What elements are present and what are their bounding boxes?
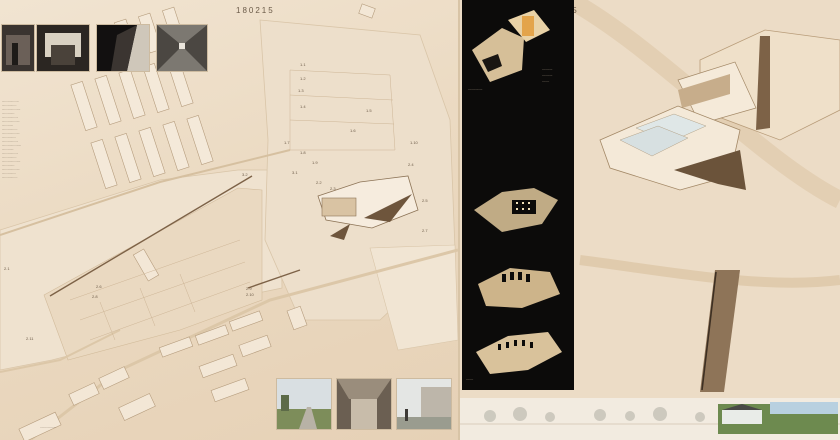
zone-label: 2.9 bbox=[246, 286, 252, 291]
elevation-strip bbox=[460, 398, 840, 440]
zone-label: 1.7 bbox=[284, 140, 290, 145]
legend-item: --------- bbox=[542, 80, 550, 83]
zone-label: 1.8 bbox=[300, 150, 306, 155]
photo-interior-space bbox=[336, 378, 392, 430]
phase-diagram-1 bbox=[474, 188, 558, 232]
zone-label: 2.1 bbox=[4, 266, 10, 271]
map-caption: ------------------- bbox=[40, 426, 57, 429]
zone-label: 2.2 bbox=[316, 180, 322, 185]
figure-label: ------------------ bbox=[468, 88, 483, 91]
zone-label: 2.8 bbox=[92, 294, 98, 299]
phase-diagram-3 bbox=[476, 332, 562, 374]
diagram-panel: ------------- ------------- --------- --… bbox=[462, 0, 574, 390]
zone-label: 1.3 bbox=[298, 88, 304, 93]
zone-label: 1.2 bbox=[300, 76, 306, 81]
zone-label: 2.5 bbox=[422, 198, 428, 203]
zone-label: 2.3 bbox=[330, 186, 336, 191]
landscape-elevation bbox=[460, 398, 840, 440]
zone-label: 3.1 bbox=[292, 170, 298, 175]
zone-label: 2.10 bbox=[246, 292, 254, 297]
side-text-block: ----------------------- ----------------… bbox=[2, 100, 46, 180]
photo-building-exterior bbox=[396, 378, 452, 430]
zone-label: 2.4 bbox=[408, 162, 414, 167]
zone-label: 3.2 bbox=[242, 172, 248, 177]
zone-label: 2.6 bbox=[96, 284, 102, 289]
zone-label: 1.10 bbox=[410, 140, 418, 145]
zone-label: 1.6 bbox=[350, 128, 356, 133]
photo-light-corridor bbox=[96, 24, 150, 72]
figure-label: --------- bbox=[466, 378, 474, 381]
zone-label: 2.7 bbox=[422, 228, 428, 233]
zone-label: 1.4 bbox=[300, 104, 306, 109]
phase-diagram-2 bbox=[478, 268, 560, 308]
zone-label: 1.5 bbox=[366, 108, 372, 113]
zone-label: 1.1 bbox=[300, 62, 306, 67]
text-line: --------------------- bbox=[2, 177, 18, 179]
photo-interior-dark bbox=[1, 24, 35, 72]
photo-interior-hall bbox=[36, 24, 90, 72]
project-code-left: 180215 bbox=[236, 6, 275, 15]
photo-concrete-corridor bbox=[156, 24, 208, 72]
legend-item: ------------- bbox=[542, 74, 553, 77]
zone-label: 1.9 bbox=[312, 160, 318, 165]
zone-label: 2.11 bbox=[26, 336, 34, 341]
axonometric-diagram bbox=[472, 10, 550, 82]
left-board: 180215 ----------------------- ---------… bbox=[0, 0, 458, 440]
legend-item: ------------- bbox=[542, 68, 553, 71]
photo-exterior-path bbox=[276, 378, 332, 430]
